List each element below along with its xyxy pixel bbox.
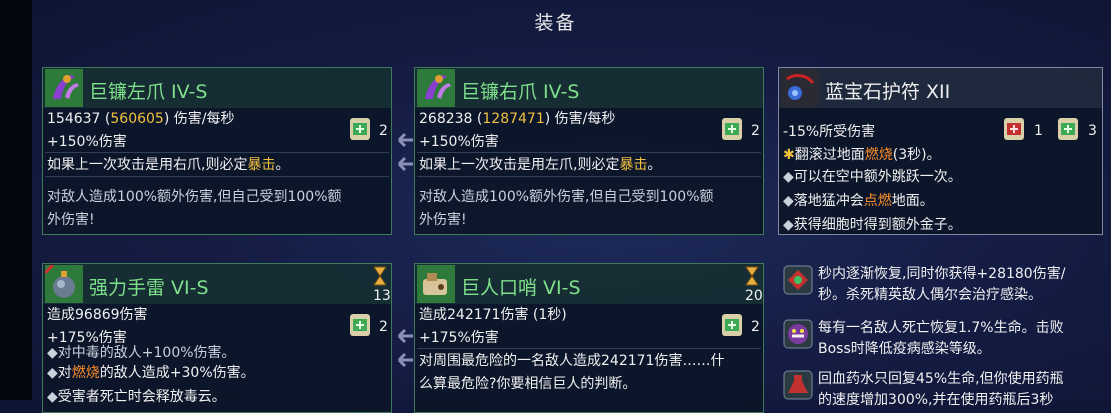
- divider: [417, 348, 761, 349]
- affix-poison-cloud: ◆受害者死亡时会释放毒云。: [47, 389, 226, 405]
- scroll-icon: [722, 118, 742, 140]
- swap-arrow-left-icon: [397, 132, 413, 148]
- dps-line: 268238 (1287471) 伤害/每秒: [419, 111, 616, 127]
- scroll-icon: [722, 314, 742, 336]
- hourglass-icon: [745, 266, 759, 286]
- damage-line: 造成242171伤害 (1秒): [419, 307, 567, 323]
- item-effect: 如果上一次攻击是用左爪,则必定暴击。: [419, 157, 662, 173]
- affix-ground-slam: ◆落地猛冲会点燃地面。: [783, 193, 934, 209]
- item-name: 蓝宝石护符 XII: [825, 81, 951, 103]
- item-name: 巨镰左爪 IV-S: [89, 81, 208, 103]
- swap-arrow-left-icon: [397, 156, 413, 172]
- scroll-count: 2: [379, 123, 388, 139]
- item-name: 强力手雷 VI-S: [89, 277, 209, 299]
- cooldown-seconds: 13: [373, 288, 391, 304]
- cooldown-seconds: 20: [745, 288, 763, 304]
- scroll-count: 2: [751, 123, 760, 139]
- damage-line: 造成96869伤害: [47, 307, 148, 323]
- divider: [45, 152, 389, 153]
- item-effect: 如果上一次攻击是用右爪,则必定暴击。: [47, 157, 290, 173]
- curse-text-1: 对敌人造成100%额外伤害,但自己受到100%额: [419, 189, 714, 205]
- scroll-icon: [350, 118, 370, 140]
- item-card-giant-whistle[interactable]: 巨人口哨 VI-S 20 造成242171伤害 (1秒) +175%伤害 2 对…: [414, 263, 764, 413]
- mutation-regen-icon: [783, 265, 813, 295]
- item-card-amulet[interactable]: 蓝宝石护符 XII -15%所受伤害 1 3 ✱翻滚过地面燃烧(3秒)。 ◆可以…: [778, 67, 1103, 235]
- mutation-entry[interactable]: 每有一名敌人死亡恢复1.7%生命。击败 Boss时降低疫病感染等级。: [782, 318, 1102, 358]
- item-name: 巨镰右爪 IV-S: [461, 81, 580, 103]
- left-edge: [0, 0, 32, 400]
- curse-text-1: 对敌人造成100%额外伤害,但自己受到100%额: [47, 189, 342, 205]
- grenade-icon: [45, 265, 83, 303]
- item-effect-2: 么算最危险?你要相信巨人的判断。: [419, 376, 637, 392]
- divider: [417, 176, 761, 177]
- item-card-right-claw[interactable]: 巨镰右爪 IV-S 268238 (1287471) 伤害/每秒 +150%伤害…: [414, 67, 764, 235]
- scroll-icon: [1058, 118, 1078, 140]
- curse-text-2: 外伤害!: [47, 212, 95, 228]
- dps-line: 154637 (560605) 伤害/每秒: [47, 111, 235, 127]
- damage-bonus: +150%伤害: [419, 134, 499, 150]
- mutation-text: 秒内逐渐恢复,同时你获得+28180伤害/秒。杀死精英敌人偶尔会治疗感染。: [818, 266, 1066, 303]
- page-title: 装备: [534, 12, 577, 34]
- red-scroll-count: 1: [1034, 123, 1043, 139]
- damage-reduction: -15%所受伤害: [783, 124, 876, 140]
- affix-roll-burn: ✱翻滚过地面燃烧(3秒)。: [783, 147, 941, 163]
- mutation-monster-icon: [783, 319, 813, 349]
- item-effect-1: 对周围最危险的一名敌人造成242171伤害……什: [419, 353, 725, 369]
- mutation-entry[interactable]: 回血药水只回复45%生命,但你使用药瓶 的速度增加300%,并在使用药瓶后3秒: [782, 369, 1102, 411]
- scroll-count: 2: [751, 319, 760, 335]
- scroll-count: 2: [379, 319, 388, 335]
- affix-double-jump: ◆可以在空中额外跳跃一次。: [783, 169, 962, 185]
- mutation-flask-icon: [783, 370, 813, 400]
- mutation-text: 回血药水只回复45%生命,但你使用药瓶 的速度增加300%,并在使用药瓶后3秒: [818, 371, 1064, 408]
- curse-text-2: 外伤害!: [419, 212, 467, 228]
- amulet-icon: [781, 69, 819, 107]
- swap-arrow-left-icon: [397, 352, 413, 368]
- hourglass-icon: [373, 266, 387, 286]
- claw-icon: [45, 69, 83, 107]
- affix-gold: ◆获得细胞时得到额外金子。: [783, 217, 962, 233]
- swap-arrow-left-icon: [397, 328, 413, 344]
- item-card-left-claw[interactable]: 巨镰左爪 IV-S 154637 (560605) 伤害/每秒 +150%伤害 …: [42, 67, 392, 235]
- whistle-icon: [417, 265, 455, 303]
- item-card-grenade[interactable]: 强力手雷 VI-S 13 造成96869伤害 +175%伤害 2 ◆对中毒的敌人…: [42, 263, 392, 413]
- damage-bonus: +175%伤害: [419, 330, 499, 346]
- divider: [417, 152, 761, 153]
- mutation-entry[interactable]: 秒内逐渐恢复,同时你获得+28180伤害/秒。杀死精英敌人偶尔会治疗感染。: [782, 264, 1102, 304]
- item-name: 巨人口哨 VI-S: [461, 277, 581, 299]
- affix-burning: ◆对燃烧的敌人造成+30%伤害。: [47, 365, 255, 381]
- mutation-text: 每有一名敌人死亡恢复1.7%生命。击败 Boss时降低疫病感染等级。: [818, 320, 1064, 357]
- claw-icon: [417, 69, 455, 107]
- damage-bonus: +150%伤害: [47, 134, 127, 150]
- divider: [45, 176, 389, 177]
- scroll-count: 3: [1088, 123, 1097, 139]
- affix-poison: ◆对中毒的敌人+100%伤害。: [47, 345, 236, 361]
- red-scroll-icon: [1004, 118, 1024, 140]
- scroll-icon: [350, 314, 370, 336]
